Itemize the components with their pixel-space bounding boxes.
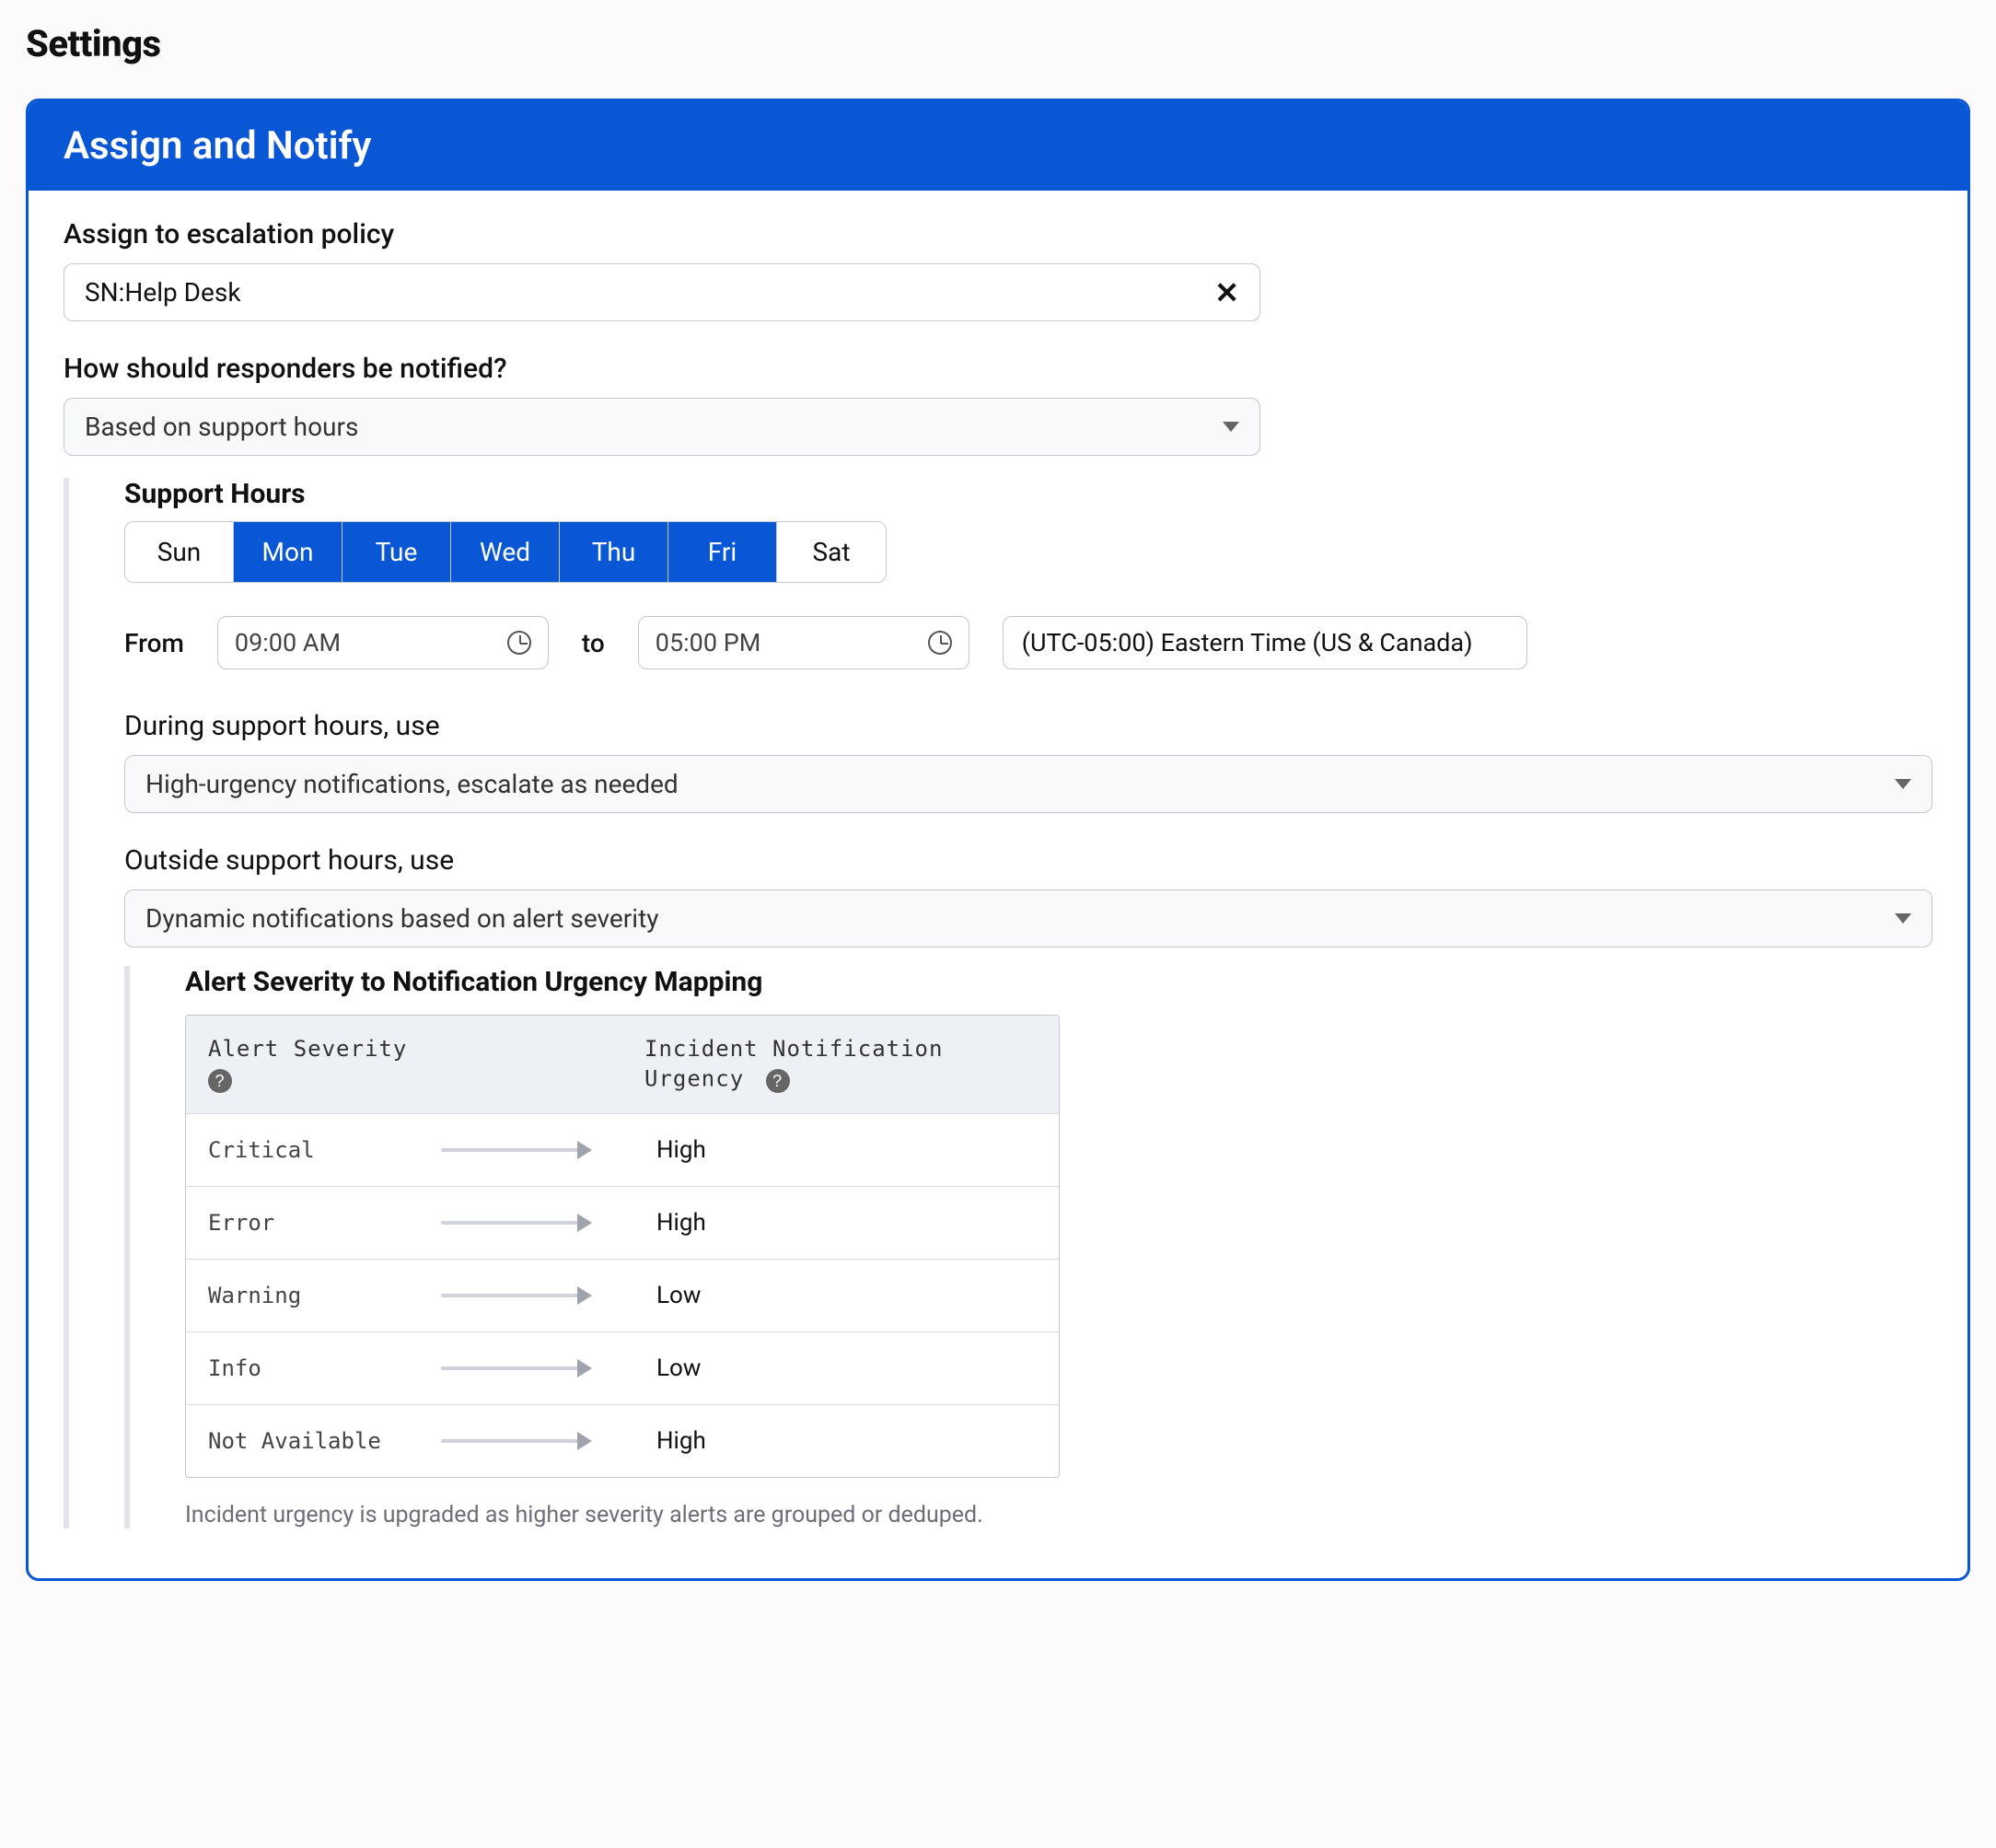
severity-row: Critical High	[186, 1113, 1059, 1186]
severity-mapping-heading: Alert Severity to Notification Urgency M…	[185, 966, 1932, 998]
outside-hours-select[interactable]: Dynamic notifications based on alert sev…	[124, 889, 1932, 947]
outside-hours-value: Dynamic notifications based on alert sev…	[145, 903, 658, 934]
support-hours-heading: Support Hours	[124, 478, 1932, 510]
to-time-value: 05:00 PM	[656, 628, 761, 657]
arrow-icon	[441, 1439, 588, 1443]
clock-icon	[928, 631, 952, 655]
outside-hours-group: Outside support hours, use Dynamic notif…	[124, 844, 1932, 1528]
severity-cell: Warning	[186, 1260, 634, 1331]
urgency-cell: Low	[634, 1260, 1059, 1331]
during-hours-label: During support hours, use	[124, 710, 1932, 742]
urgency-cell: High	[634, 1405, 1059, 1477]
severity-cell: Critical	[186, 1114, 634, 1186]
severity-value: Error	[208, 1210, 274, 1236]
urgency-value: High	[656, 1427, 706, 1455]
day-toggle-fri[interactable]: Fri	[668, 522, 777, 582]
help-icon[interactable]: ?	[766, 1069, 790, 1093]
escalation-label: Assign to escalation policy	[64, 218, 1932, 250]
support-hours-block: Support Hours SunMonTueWedThuFriSat From…	[64, 478, 1932, 1528]
help-icon[interactable]: ?	[208, 1069, 232, 1093]
severity-cell: Info	[186, 1332, 634, 1404]
severity-row: Warning Low	[186, 1259, 1059, 1331]
col-notification-urgency-label: Incident Notification Urgency	[644, 1036, 943, 1092]
severity-row: Info Low	[186, 1331, 1059, 1404]
timezone-select[interactable]: (UTC-05:00) Eastern Time (US & Canada)	[1003, 616, 1527, 669]
notify-method-group: How should responders be notified? Based…	[64, 353, 1932, 1528]
outside-hours-label: Outside support hours, use	[124, 844, 1932, 877]
to-time-input[interactable]: 05:00 PM	[638, 616, 969, 669]
severity-mapping-thead: Alert Severity ? Incident Notification U…	[186, 1016, 1059, 1113]
escalation-policy-input[interactable]: SN:Help Desk ✕	[64, 263, 1260, 321]
severity-mapping-block: Alert Severity to Notification Urgency M…	[124, 966, 1932, 1528]
chevron-down-icon	[1895, 913, 1911, 924]
day-toggle-thu[interactable]: Thu	[560, 522, 668, 582]
severity-value: Warning	[208, 1283, 301, 1308]
timezone-value: (UTC-05:00) Eastern Time (US & Canada)	[1022, 628, 1515, 657]
day-toggle-wed[interactable]: Wed	[451, 522, 560, 582]
notify-method-label: How should responders be notified?	[64, 353, 1932, 385]
arrow-icon	[441, 1148, 588, 1152]
from-time-value: 09:00 AM	[235, 628, 341, 657]
notify-method-value: Based on support hours	[85, 412, 358, 442]
urgency-value: Low	[656, 1354, 701, 1382]
col-alert-severity-label: Alert Severity	[208, 1036, 600, 1062]
clear-escalation-icon[interactable]: ✕	[1214, 278, 1239, 308]
severity-row: Not Available High	[186, 1404, 1059, 1477]
urgency-cell: High	[634, 1187, 1059, 1259]
notify-method-select[interactable]: Based on support hours	[64, 398, 1260, 456]
urgency-cell: High	[634, 1114, 1059, 1186]
severity-value: Critical	[208, 1137, 315, 1163]
during-hours-value: High-urgency notifications, escalate as …	[145, 769, 679, 799]
day-toggle-sun[interactable]: Sun	[125, 522, 234, 582]
day-toggle-tue[interactable]: Tue	[342, 522, 451, 582]
urgency-value: Low	[656, 1282, 701, 1309]
during-hours-group: During support hours, use High-urgency n…	[124, 710, 1932, 813]
chevron-down-icon	[1223, 422, 1239, 432]
arrow-icon	[441, 1366, 588, 1370]
col-alert-severity: Alert Severity ?	[186, 1016, 622, 1113]
to-label: to	[582, 628, 605, 658]
from-time-input[interactable]: 09:00 AM	[217, 616, 549, 669]
urgency-cell: Low	[634, 1332, 1059, 1404]
severity-value: Info	[208, 1355, 261, 1381]
clock-icon	[507, 631, 531, 655]
day-toggle-mon[interactable]: Mon	[234, 522, 342, 582]
day-toggle-sat[interactable]: Sat	[777, 522, 886, 582]
panel-header: Assign and Notify	[29, 101, 1967, 191]
severity-row: Error High	[186, 1186, 1059, 1259]
arrow-icon	[441, 1221, 588, 1225]
chevron-down-icon	[1895, 779, 1911, 789]
page-title: Settings	[26, 22, 1970, 65]
escalation-policy-value: SN:Help Desk	[85, 277, 241, 308]
severity-mapping-footnote: Incident urgency is upgraded as higher s…	[185, 1502, 1932, 1528]
assign-notify-panel: Assign and Notify Assign to escalation p…	[26, 99, 1970, 1581]
urgency-value: High	[656, 1136, 706, 1164]
during-hours-select[interactable]: High-urgency notifications, escalate as …	[124, 755, 1932, 813]
from-label: From	[124, 628, 184, 658]
severity-cell: Error	[186, 1187, 634, 1259]
escalation-group: Assign to escalation policy SN:Help Desk…	[64, 218, 1932, 321]
severity-mapping-table: Alert Severity ? Incident Notification U…	[185, 1015, 1060, 1478]
severity-value: Not Available	[208, 1428, 381, 1454]
time-range-row: From 09:00 AM to 05:00 PM (UTC-05:00) Ea…	[124, 616, 1932, 669]
panel-body: Assign to escalation policy SN:Help Desk…	[29, 191, 1967, 1578]
severity-cell: Not Available	[186, 1405, 634, 1477]
arrow-icon	[441, 1294, 588, 1297]
col-notification-urgency: Incident Notification Urgency ?	[622, 1016, 1059, 1113]
day-toggle-group: SunMonTueWedThuFriSat	[124, 521, 887, 583]
urgency-value: High	[656, 1209, 706, 1237]
